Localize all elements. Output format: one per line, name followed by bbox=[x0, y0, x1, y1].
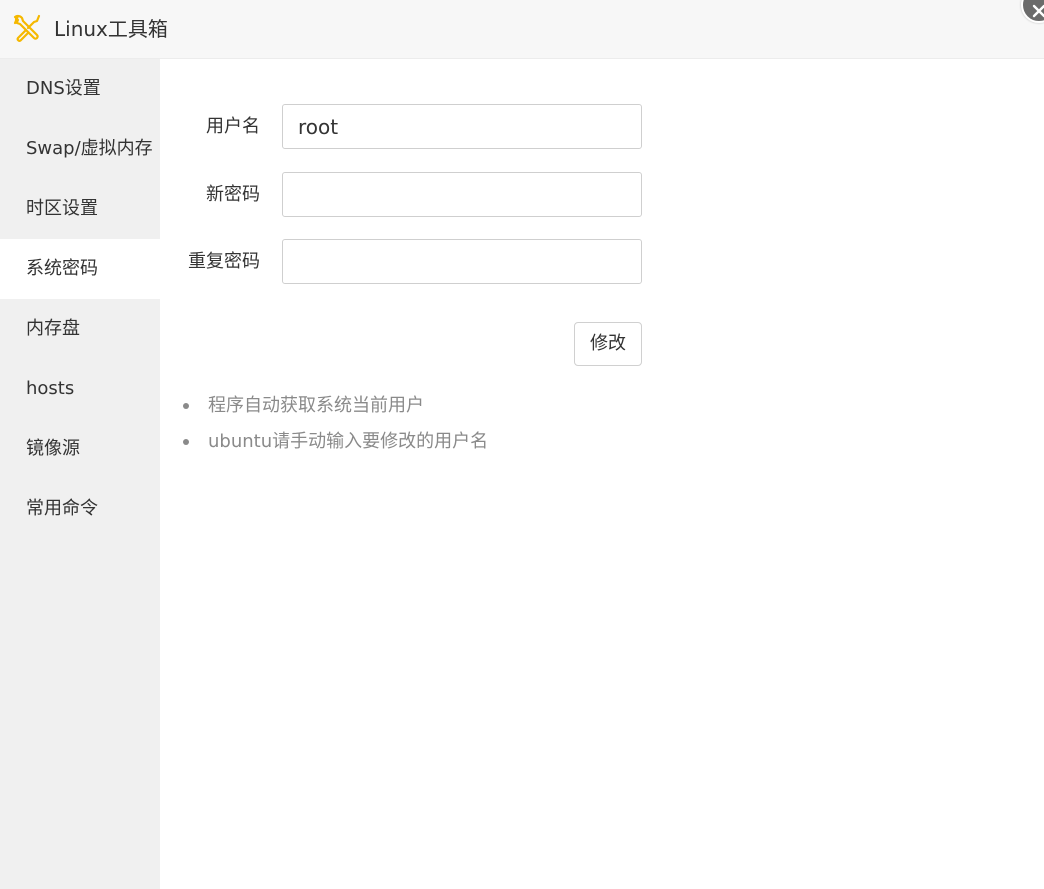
sidebar-item-hosts[interactable]: hosts bbox=[0, 359, 160, 419]
sidebar-item-commands[interactable]: 常用命令 bbox=[0, 479, 160, 539]
new-password-input[interactable] bbox=[282, 172, 642, 217]
tip-text: 程序自动获取系统当前用户 bbox=[208, 395, 424, 416]
close-button[interactable] bbox=[1021, 0, 1044, 23]
repeat-password-input[interactable] bbox=[282, 239, 642, 284]
username-label: 用户名 bbox=[206, 116, 260, 137]
tools-icon bbox=[13, 14, 41, 42]
sidebar-item-swap[interactable]: Swap/虚拟内存 bbox=[0, 119, 160, 179]
sidebar-item-mirror[interactable]: 镜像源 bbox=[0, 419, 160, 479]
new-password-label: 新密码 bbox=[206, 184, 260, 205]
list-item: 程序自动获取系统当前用户 bbox=[182, 388, 782, 424]
close-icon bbox=[1032, 4, 1044, 18]
sidebar: DNS设置 Swap/虚拟内存 时区设置 系统密码 内存盘 hosts 镜像源 … bbox=[0, 59, 160, 889]
tips-list: 程序自动获取系统当前用户 ubuntu请手动输入要修改的用户名 bbox=[182, 388, 782, 460]
sidebar-item-dns[interactable]: DNS设置 bbox=[0, 59, 160, 119]
title-bar: Linux工具箱 bbox=[0, 0, 1044, 59]
sidebar-item-system-password[interactable]: 系统密码 bbox=[0, 239, 160, 299]
modify-button[interactable]: 修改 bbox=[574, 322, 642, 366]
sidebar-item-timezone[interactable]: 时区设置 bbox=[0, 179, 160, 239]
bullet-icon bbox=[183, 439, 189, 445]
bullet-icon bbox=[183, 403, 189, 409]
tip-text: ubuntu请手动输入要修改的用户名 bbox=[208, 431, 489, 452]
username-input[interactable] bbox=[282, 104, 642, 149]
app-title: Linux工具箱 bbox=[54, 17, 168, 41]
sidebar-item-ramdisk[interactable]: 内存盘 bbox=[0, 299, 160, 359]
list-item: ubuntu请手动输入要修改的用户名 bbox=[182, 424, 782, 460]
repeat-password-label: 重复密码 bbox=[188, 251, 260, 272]
